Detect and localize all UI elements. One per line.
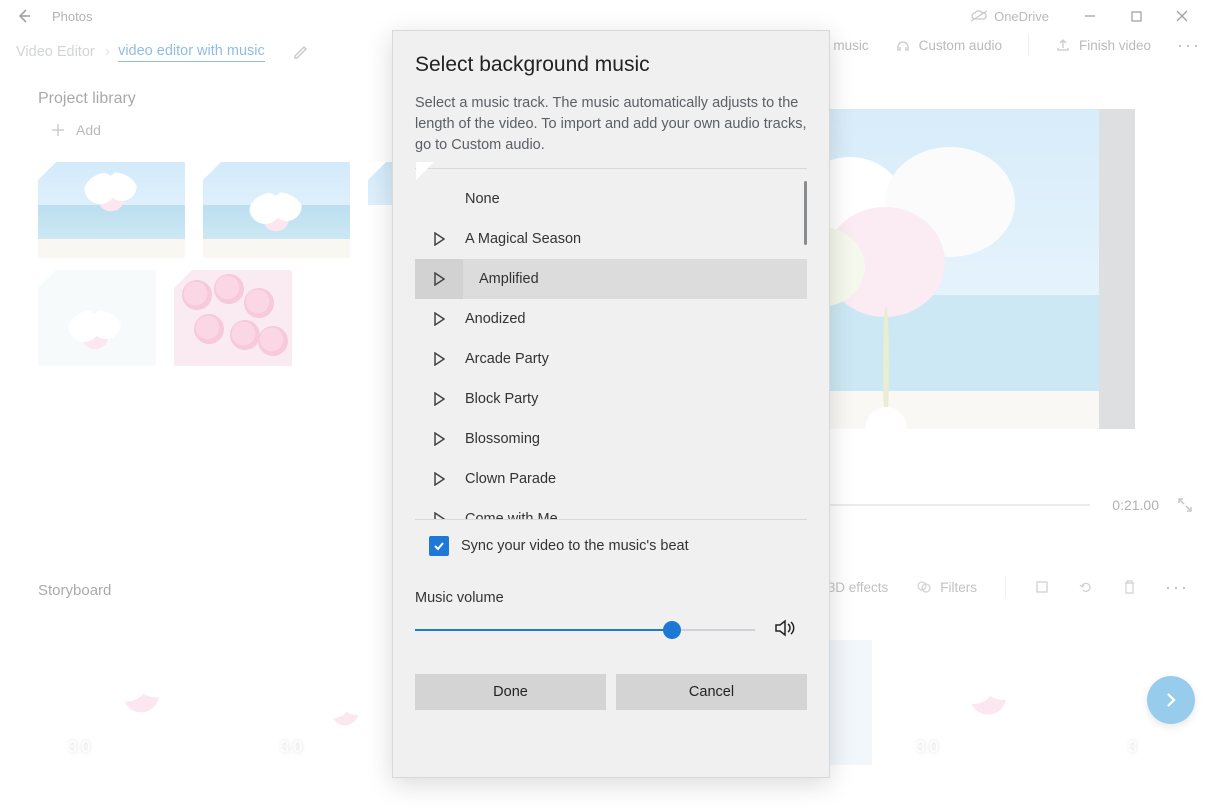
dialog-description: Select a music track. The music automati… <box>415 93 807 156</box>
track-option[interactable]: Clown Parade <box>415 459 807 499</box>
track-list[interactable]: None A Magical Season Amplified Anodized… <box>415 179 807 519</box>
track-option[interactable]: Anodized <box>415 299 807 339</box>
play-icon[interactable] <box>431 312 447 326</box>
play-icon[interactable] <box>431 472 447 486</box>
play-icon[interactable] <box>431 512 447 519</box>
dialog-buttons: Done Cancel <box>415 674 807 710</box>
play-icon[interactable] <box>431 352 447 366</box>
track-option[interactable]: Come with Me <box>415 499 807 519</box>
play-icon[interactable] <box>431 232 447 246</box>
done-button[interactable]: Done <box>415 674 606 710</box>
dialog-title: Select background music <box>415 53 807 77</box>
track-option[interactable]: Blossoming <box>415 419 807 459</box>
cancel-button[interactable]: Cancel <box>616 674 807 710</box>
play-icon[interactable] <box>431 392 447 406</box>
play-icon[interactable] <box>431 272 447 286</box>
play-icon[interactable] <box>431 432 447 446</box>
track-option[interactable]: A Magical Season <box>415 219 807 259</box>
sync-checkbox-row[interactable]: Sync your video to the music's beat <box>429 536 807 556</box>
check-icon <box>432 539 446 553</box>
volume-section: Music volume <box>415 590 807 640</box>
volume-slider[interactable] <box>415 620 807 640</box>
scrollbar-thumb[interactable] <box>804 181 807 245</box>
track-option[interactable]: Block Party <box>415 379 807 419</box>
volume-label: Music volume <box>415 590 807 606</box>
track-option[interactable]: None <box>415 179 807 219</box>
background-music-dialog: Select background music Select a music t… <box>392 30 830 778</box>
sync-checkbox[interactable] <box>429 536 449 556</box>
track-option-selected[interactable]: Amplified <box>415 259 807 299</box>
track-option[interactable]: Arcade Party <box>415 339 807 379</box>
speaker-icon[interactable] <box>773 617 797 639</box>
